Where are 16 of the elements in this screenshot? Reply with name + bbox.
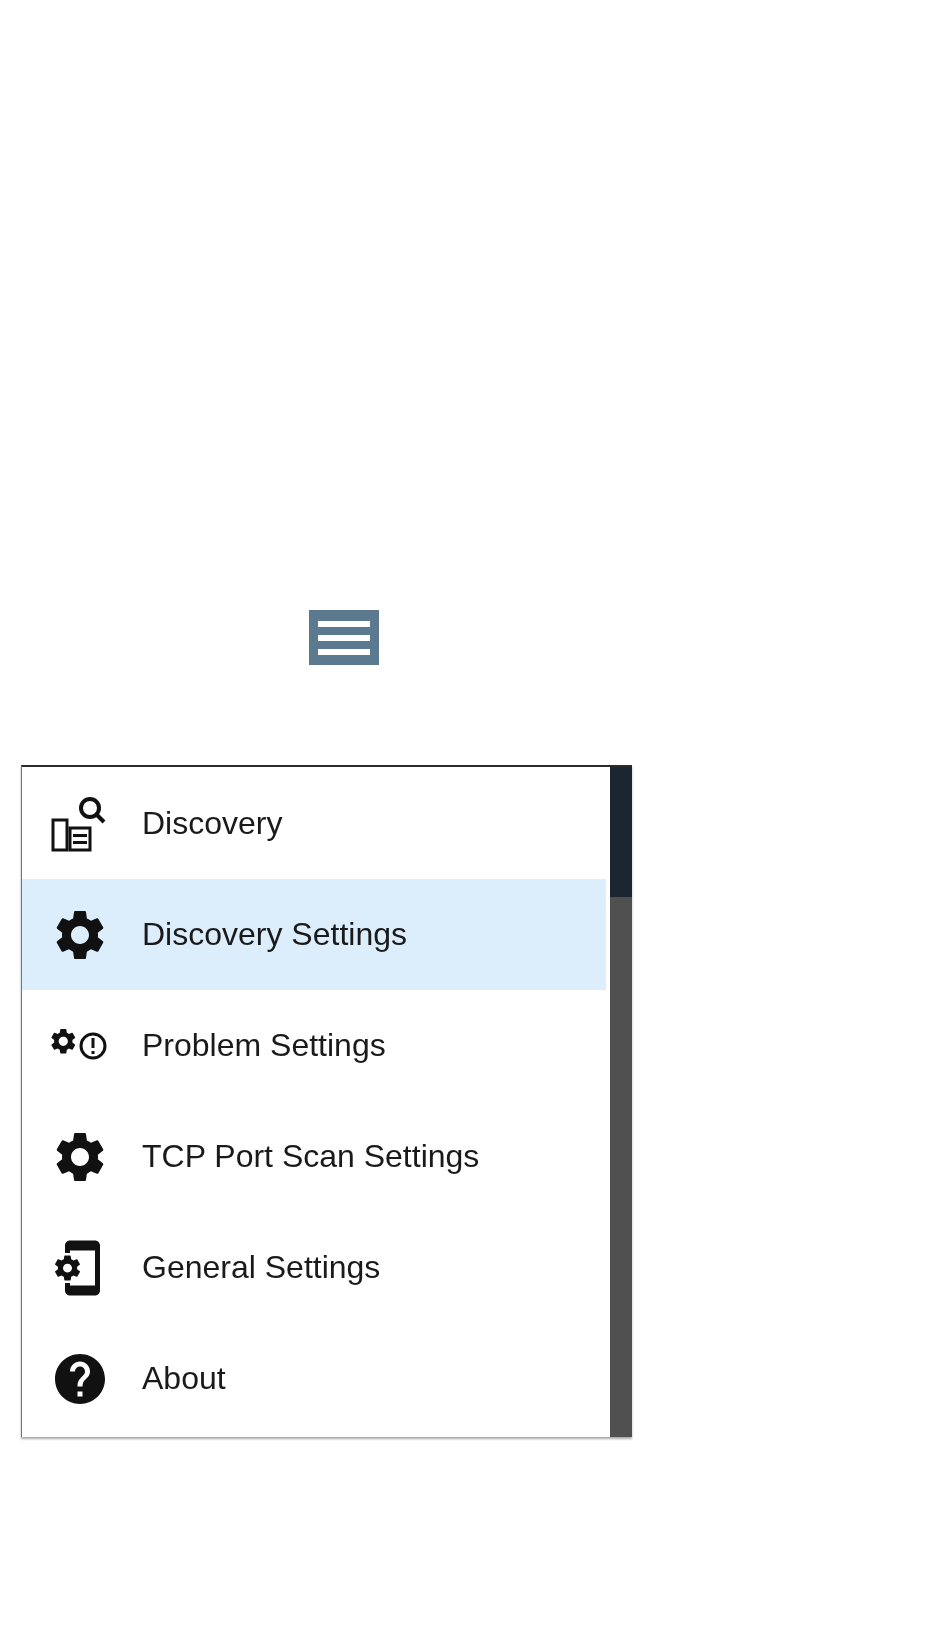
menu-item[interactable]: Discovery Settings bbox=[22, 879, 606, 990]
menu-item-label: General Settings bbox=[142, 1249, 381, 1286]
menu-item-label: Problem Settings bbox=[142, 1027, 386, 1064]
menu-item-label: About bbox=[142, 1360, 226, 1397]
menu-item[interactable]: Discovery bbox=[22, 768, 606, 879]
menu-button[interactable] bbox=[309, 610, 379, 665]
menu-item-label: Discovery bbox=[142, 805, 283, 842]
menu-item[interactable]: General Settings bbox=[22, 1212, 606, 1323]
menu-item[interactable]: Problem Settings bbox=[22, 990, 606, 1101]
scrollbar[interactable] bbox=[610, 767, 632, 1437]
menu-item[interactable]: TCP Port Scan Settings bbox=[22, 1101, 606, 1212]
menu-item-label: TCP Port Scan Settings bbox=[142, 1138, 480, 1175]
menu-icon bbox=[318, 620, 370, 655]
scrollbar-thumb[interactable] bbox=[610, 767, 632, 897]
menu-item-label: Discovery Settings bbox=[142, 916, 407, 953]
menu-item[interactable]: About bbox=[22, 1323, 606, 1434]
